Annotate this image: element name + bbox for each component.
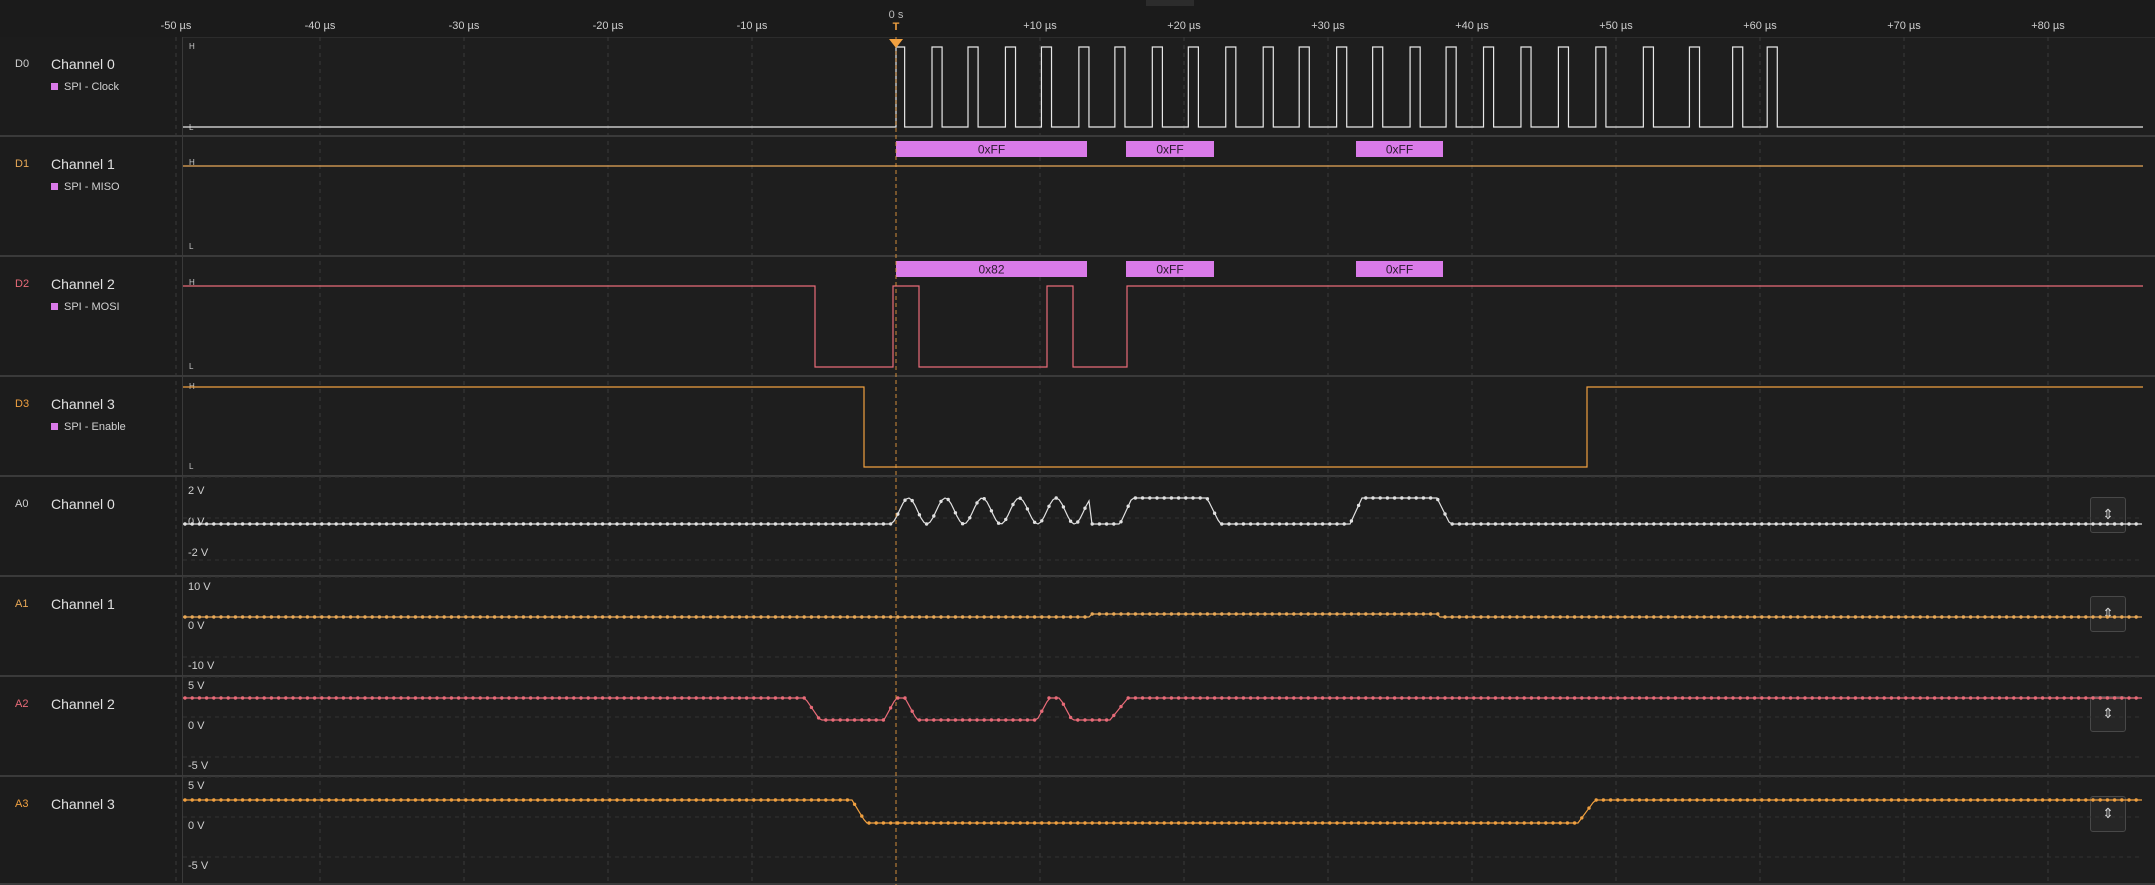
low-level-label: L bbox=[189, 242, 194, 251]
autoscale-button[interactable]: ⇕ bbox=[2090, 696, 2126, 732]
high-level-label: H bbox=[189, 382, 195, 391]
autoscale-button[interactable]: ⇕ bbox=[2090, 796, 2126, 832]
channel-label-panel: A2 Channel 2 bbox=[0, 677, 183, 777]
channel-id: D2 bbox=[15, 278, 30, 290]
low-level-label: L bbox=[189, 462, 194, 471]
channel-label-panel: D0 Channel 0 SPI - Clock bbox=[0, 37, 183, 137]
channel-label-panel: D3 Channel 3 SPI - Enable bbox=[0, 377, 183, 477]
analyzer-tag[interactable]: SPI - Clock bbox=[51, 81, 119, 93]
channel-id: D3 bbox=[15, 398, 30, 410]
analog-row-a2[interactable]: A2 Channel 2 5 V 0 V -5 V ⇕ bbox=[0, 677, 2155, 777]
analog-row-a0[interactable]: A0 Channel 0 2 V 0 V -2 V ⇕ bbox=[0, 477, 2155, 577]
time-tick-label: +50 µs bbox=[1599, 20, 1633, 32]
channel-name[interactable]: Channel 2 bbox=[51, 696, 115, 712]
channel-label-panel: A1 Channel 1 bbox=[0, 577, 183, 677]
time-tick-label: -40 µs bbox=[304, 20, 336, 32]
channel-id: A0 bbox=[15, 498, 29, 510]
scale-bottom-label: -5 V bbox=[188, 860, 209, 872]
analyzer-tag[interactable]: SPI - MOSI bbox=[51, 301, 120, 313]
scale-top-label: 5 V bbox=[188, 680, 205, 692]
analyzer-tag[interactable]: SPI - MISO bbox=[51, 181, 120, 193]
analyzer-label: SPI - Enable bbox=[64, 421, 126, 433]
analog-row-a3[interactable]: A3 Channel 3 5 V 0 V -5 V ⇕ bbox=[0, 777, 2155, 885]
high-level-label: H bbox=[189, 278, 195, 287]
analyzer-tag[interactable]: SPI - Enable bbox=[51, 421, 126, 433]
analyzer-color-swatch bbox=[51, 423, 58, 430]
channel-name[interactable]: Channel 0 bbox=[51, 496, 115, 512]
analyzer-color-swatch bbox=[51, 183, 58, 190]
channel-label-panel: D2 Channel 2 SPI - MOSI bbox=[0, 257, 183, 377]
low-level-label: L bbox=[189, 123, 194, 132]
scale-zero-label: 0 V bbox=[188, 516, 205, 528]
channel-name[interactable]: Channel 3 bbox=[51, 796, 115, 812]
scale-top-label: 2 V bbox=[188, 485, 205, 497]
autoscale-button[interactable]: ⇕ bbox=[2090, 497, 2126, 533]
channel-id: D0 bbox=[15, 58, 30, 70]
autoscale-button[interactable]: ⇕ bbox=[2090, 596, 2126, 632]
channel-id: D1 bbox=[15, 158, 30, 170]
time-tick-label: -50 µs bbox=[160, 20, 192, 32]
channel-id: A3 bbox=[15, 798, 29, 810]
scale-top-label: 10 V bbox=[188, 581, 211, 593]
high-level-label: H bbox=[189, 42, 195, 51]
analog-row-a1[interactable]: A1 Channel 1 10 V 0 V -10 V ⇕ bbox=[0, 577, 2155, 677]
time-tick-label: +70 µs bbox=[1887, 20, 1921, 32]
analyzer-label: SPI - Clock bbox=[64, 81, 120, 93]
scale-zero-label: 0 V bbox=[188, 620, 205, 632]
time-tick-label: +40 µs bbox=[1455, 20, 1489, 32]
analyzer-label: SPI - MOSI bbox=[64, 301, 120, 313]
digital-row-d0[interactable]: D0 Channel 0 SPI - Clock H L bbox=[0, 37, 2155, 137]
autoscale-icon: ⇕ bbox=[2102, 705, 2114, 721]
channel-name[interactable]: Channel 2 bbox=[51, 276, 115, 292]
low-level-label: L bbox=[189, 362, 194, 371]
time-tick-label: -30 µs bbox=[448, 20, 480, 32]
time-ruler[interactable]: -50 µs -40 µs -30 µs -20 µs -10 µs +10 µs +20 … bbox=[0, 0, 2155, 38]
analyzer-color-swatch bbox=[51, 83, 58, 90]
scale-top-label: 5 V bbox=[188, 780, 205, 792]
time-tick-label: +60 µs bbox=[1743, 20, 1777, 32]
time-tick-label: +30 µs bbox=[1311, 20, 1345, 32]
time-tick-label: -20 µs bbox=[592, 20, 624, 32]
ruler-top-tab[interactable] bbox=[1146, 0, 1194, 6]
digital-row-d3[interactable]: D3 Channel 3 SPI - Enable H L bbox=[0, 377, 2155, 477]
scale-bottom-label: -5 V bbox=[188, 760, 209, 772]
digital-row-d2[interactable]: D2 Channel 2 SPI - MOSI H L bbox=[0, 257, 2155, 377]
scale-bottom-label: -10 V bbox=[188, 660, 215, 672]
high-level-label: H bbox=[189, 158, 195, 167]
time-tick-label: +20 µs bbox=[1167, 20, 1201, 32]
trigger-label[interactable]: T bbox=[893, 21, 900, 33]
time-tick-label: -10 µs bbox=[736, 20, 768, 32]
channel-label-panel: D1 Channel 1 SPI - MISO bbox=[0, 137, 183, 257]
time-tick-label: +10 µs bbox=[1023, 20, 1057, 32]
scale-zero-label: 0 V bbox=[188, 820, 205, 832]
autoscale-icon: ⇕ bbox=[2102, 805, 2114, 821]
channel-name[interactable]: Channel 0 bbox=[51, 56, 115, 72]
autoscale-icon: ⇕ bbox=[2102, 605, 2114, 621]
channel-id: A2 bbox=[15, 698, 29, 710]
channel-label-panel: A3 Channel 3 bbox=[0, 777, 183, 885]
channel-name[interactable]: Channel 1 bbox=[51, 156, 115, 172]
channel-id: A1 bbox=[15, 598, 29, 610]
channel-name[interactable]: Channel 1 bbox=[51, 596, 115, 612]
scale-zero-label: 0 V bbox=[188, 720, 205, 732]
digital-row-d1[interactable]: D1 Channel 1 SPI - MISO H L bbox=[0, 137, 2155, 257]
channel-label-panel: A0 Channel 0 bbox=[0, 477, 183, 577]
analyzer-color-swatch bbox=[51, 303, 58, 310]
zero-time-label: 0 s bbox=[888, 9, 904, 21]
scale-bottom-label: -2 V bbox=[188, 547, 209, 559]
channel-name[interactable]: Channel 3 bbox=[51, 396, 115, 412]
autoscale-icon: ⇕ bbox=[2102, 506, 2114, 522]
time-tick-label: +80 µs bbox=[2031, 20, 2065, 32]
analyzer-label: SPI - MISO bbox=[64, 181, 120, 193]
